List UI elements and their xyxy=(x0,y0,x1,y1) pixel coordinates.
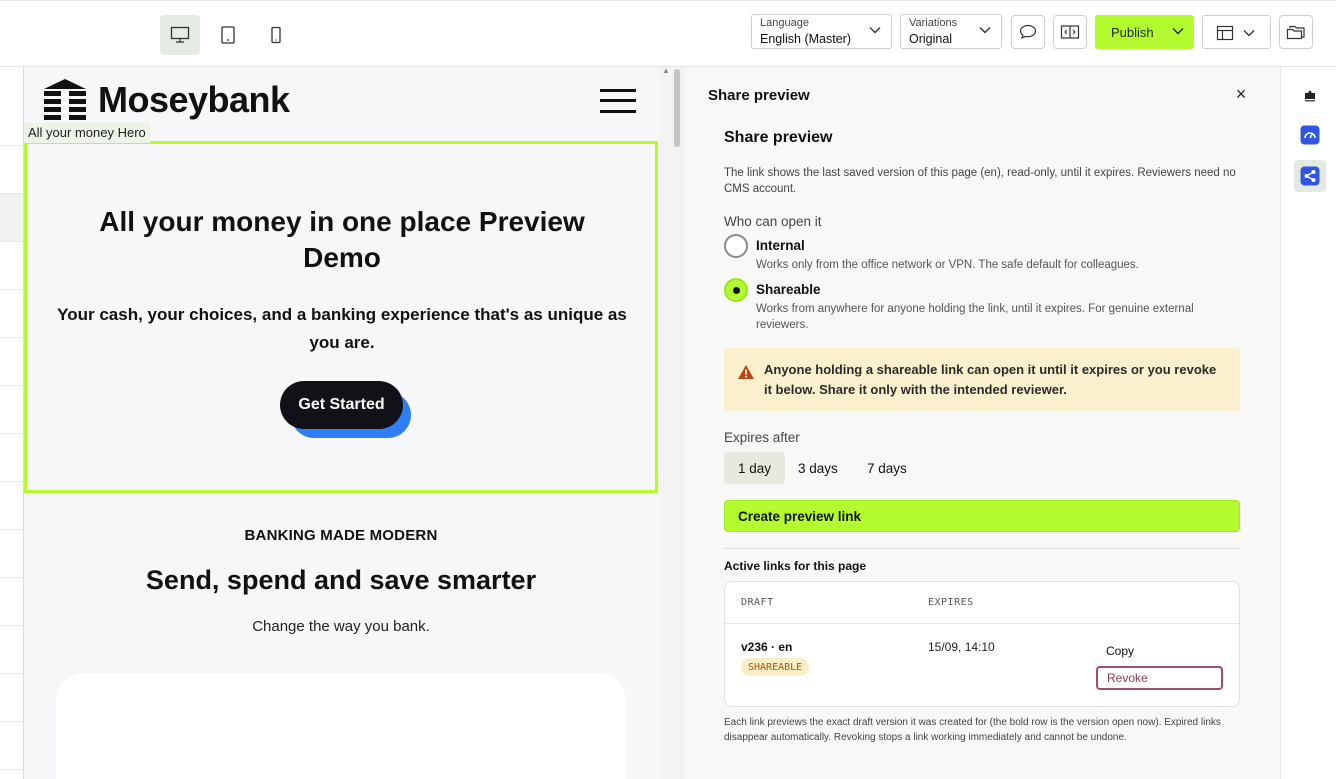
expires-label: Expires after xyxy=(724,430,800,445)
layout-menu-button[interactable] xyxy=(1202,15,1271,49)
brand-name: Moseybank xyxy=(98,79,290,120)
layout-icon xyxy=(1216,25,1234,41)
feature-card[interactable] xyxy=(56,673,626,779)
revoke-button[interactable]: Revoke xyxy=(1096,666,1223,690)
language-select[interactable]: Language English (Master) xyxy=(751,14,892,49)
column-header-draft: DRAFT xyxy=(741,597,774,608)
panel-description: The link shows the last saved version of… xyxy=(724,167,1236,195)
gutter-divider xyxy=(0,577,23,578)
folders-button[interactable] xyxy=(1279,15,1313,49)
gutter-selected-row[interactable] xyxy=(0,193,23,241)
tablet-view-button[interactable] xyxy=(208,15,248,55)
folders-icon xyxy=(1286,25,1305,40)
compare-icon xyxy=(1060,25,1080,39)
moseybank-logo-icon xyxy=(44,79,86,120)
share-icon xyxy=(1300,166,1320,186)
speedometer-icon xyxy=(1300,125,1320,145)
hero-block-tag: All your money Hero xyxy=(24,123,150,143)
top-toolbar: Language English (Master) Variations Ori… xyxy=(0,0,1336,67)
desktop-view-button[interactable] xyxy=(160,15,200,55)
chevron-down-icon xyxy=(869,27,881,34)
gutter-divider xyxy=(0,481,23,482)
links-footnote: Each link previews the exact draft versi… xyxy=(724,717,1221,743)
panel-header-title: Share preview xyxy=(708,87,810,104)
shareable-option-desc: Works from anywhere for anyone holding t… xyxy=(756,303,1194,331)
internal-option-desc: Works only from the office network or VP… xyxy=(756,259,1139,271)
section-eyebrow: BANKING MADE MODERN xyxy=(244,527,438,544)
tablet-icon xyxy=(221,26,235,44)
storyblok-app-button[interactable] xyxy=(1295,81,1325,111)
hero-title: All your money in one place Preview Demo xyxy=(99,206,585,273)
desktop-icon xyxy=(170,26,190,43)
brand-logo[interactable]: Moseybank xyxy=(40,77,290,123)
warning-banner: Anyone holding a shareable link can open… xyxy=(724,348,1240,411)
right-rail xyxy=(1280,67,1336,779)
gutter-divider xyxy=(0,241,23,242)
gutter-divider xyxy=(0,385,23,386)
active-links-table: DRAFT EXPIRES v236 · en SHAREABLE 15/09,… xyxy=(724,581,1240,707)
gutter-divider xyxy=(0,769,23,770)
gutter-divider xyxy=(0,193,23,194)
publish-label: Publish xyxy=(1111,24,1154,40)
page-preview-canvas: Moseybank All your money in one place Pr… xyxy=(24,67,660,779)
gutter-divider xyxy=(0,337,23,338)
hero-block[interactable]: All your money in one place Preview Demo… xyxy=(24,141,658,493)
performance-app-button[interactable] xyxy=(1295,120,1325,150)
language-label: Language xyxy=(760,17,809,29)
gutter-divider xyxy=(0,625,23,626)
gutter-divider xyxy=(0,289,23,290)
column-header-expires: EXPIRES xyxy=(928,597,974,608)
panel-title: Share preview xyxy=(724,129,833,146)
gutter-divider xyxy=(0,673,23,674)
expires-1-day[interactable]: 1 day xyxy=(724,452,786,484)
mobile-icon xyxy=(271,26,281,44)
chevron-down-icon xyxy=(1243,30,1255,37)
section-subtitle: Change the way you bank. xyxy=(252,618,430,635)
expires-7-days[interactable]: 7 days xyxy=(853,452,921,484)
gutter-divider xyxy=(0,145,23,146)
variations-select[interactable]: Variations Original xyxy=(900,14,1002,49)
chevron-down-icon xyxy=(979,27,991,34)
close-icon[interactable]: × xyxy=(1232,85,1250,103)
shareable-option-title[interactable]: Shareable xyxy=(756,282,821,297)
divider xyxy=(724,548,1240,549)
storyblok-logo-icon xyxy=(1305,90,1315,102)
left-gutter xyxy=(0,67,24,779)
canvas-scrollbar[interactable]: ▲ xyxy=(660,66,684,779)
expires-3-days[interactable]: 3 days xyxy=(784,452,852,484)
get-started-button[interactable]: Get Started xyxy=(280,381,403,429)
active-links-label: Active links for this page xyxy=(724,559,867,573)
compare-button[interactable] xyxy=(1053,15,1087,49)
warning-icon xyxy=(738,365,754,379)
internal-radio[interactable] xyxy=(724,234,748,258)
share-preview-panel: Share preview × Share preview The link s… xyxy=(684,67,1280,779)
internal-option-title[interactable]: Internal xyxy=(756,238,805,253)
publish-button[interactable]: Publish xyxy=(1095,15,1194,49)
section-title: Send, spend and save smarter xyxy=(145,565,537,595)
gutter-divider xyxy=(0,721,23,722)
table-divider xyxy=(725,623,1239,624)
warning-text: Anyone holding a shareable link can open… xyxy=(764,362,1217,397)
comment-icon xyxy=(1019,24,1037,40)
status-badge: SHAREABLE xyxy=(741,658,810,676)
gutter-divider xyxy=(0,433,23,434)
hero-subtitle: Your cash, your choices, and a banking e… xyxy=(57,305,627,352)
copy-link-button[interactable]: Copy xyxy=(1106,644,1134,658)
comments-button[interactable] xyxy=(1011,15,1045,49)
shareable-radio[interactable] xyxy=(724,278,748,302)
who-can-open-label: Who can open it xyxy=(724,214,822,229)
hamburger-menu-icon[interactable] xyxy=(600,89,636,113)
share-app-button[interactable] xyxy=(1294,160,1326,192)
language-value: English (Master) xyxy=(760,32,851,46)
scrollbar-thumb[interactable] xyxy=(674,69,680,147)
row-expires: 15/09, 14:10 xyxy=(928,640,995,654)
row-version: v236 · en xyxy=(741,640,793,654)
chevron-down-icon xyxy=(1172,28,1184,35)
scroll-up-icon[interactable]: ▲ xyxy=(662,66,670,75)
gutter-divider xyxy=(0,529,23,530)
mobile-view-button[interactable] xyxy=(256,15,296,55)
create-preview-link-button[interactable]: Create preview link xyxy=(724,500,1240,532)
